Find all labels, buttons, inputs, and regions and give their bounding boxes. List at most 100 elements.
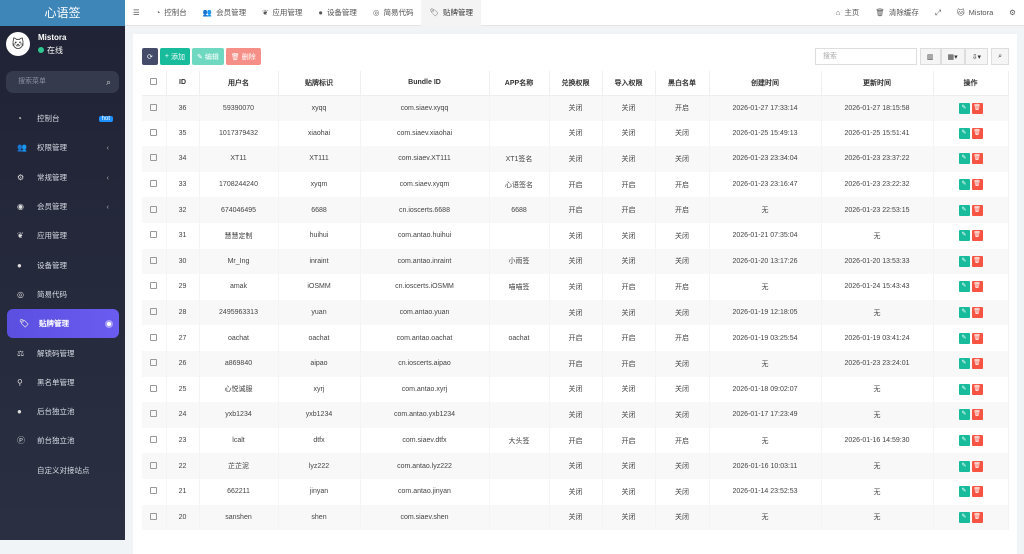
row-checkbox[interactable] (142, 248, 167, 275)
row-checkbox[interactable] (142, 299, 167, 326)
row-checkbox[interactable] (142, 197, 167, 223)
add-button[interactable]: + 添加 (159, 48, 190, 65)
sidebar-item[interactable]: 自定义对接站点 (0, 456, 125, 485)
row-delete-button[interactable]: 🗑 (971, 332, 983, 344)
column-header[interactable]: 导入权限 (602, 71, 656, 96)
row-checkbox[interactable] (142, 325, 167, 351)
row-checkbox[interactable] (142, 95, 167, 121)
column-header[interactable]: 贴牌标识 (278, 71, 361, 96)
row-edit-button[interactable]: ✎ (958, 230, 970, 242)
row-checkbox[interactable] (142, 376, 167, 403)
menu-search-input[interactable]: 搜索菜单 ⌕ (6, 71, 119, 93)
row-delete-button[interactable]: 🗑 (971, 486, 983, 498)
clear-cache-button[interactable]: 🗑 清除缓存 (867, 0, 927, 26)
toggle-view-button[interactable]: ▥ (919, 48, 941, 65)
row-delete-button[interactable]: 🗑 (971, 358, 983, 370)
column-header[interactable]: ID (166, 71, 200, 96)
row-delete-button[interactable]: 🗑 (971, 127, 983, 139)
column-header[interactable]: 黑白名单 (655, 71, 710, 96)
sidebar-item[interactable]: ◔ 控制台 hot (0, 104, 125, 133)
row-delete-button[interactable]: 🗑 (971, 153, 983, 165)
refresh-button[interactable]: ⟳ (142, 48, 158, 65)
row-delete-button[interactable]: 🗑 (971, 383, 983, 395)
row-checkbox[interactable] (142, 146, 167, 172)
column-header[interactable]: 用户名 (199, 71, 279, 96)
nav-tab[interactable]: ◔ 控制台 (148, 0, 195, 26)
row-checkbox[interactable] (142, 478, 167, 505)
row-edit-button[interactable]: ✎ (958, 281, 970, 293)
row-checkbox[interactable] (142, 274, 167, 300)
select-all-checkbox[interactable] (142, 71, 167, 96)
row-edit-button[interactable]: ✎ (958, 409, 970, 421)
advanced-search-button[interactable]: ⌕ (991, 48, 1009, 65)
row-delete-button[interactable]: 🗑 (971, 179, 983, 191)
delete-button[interactable]: 🗑 删除 (225, 48, 261, 65)
nav-tab[interactable]: ◎ 简易代码 (365, 0, 422, 26)
row-edit-button[interactable]: ✎ (958, 460, 970, 472)
row-edit-button[interactable]: ✎ (958, 127, 970, 139)
sidebar-item[interactable]: Ⓟ 前台独立池 (0, 426, 125, 455)
nav-tab[interactable]: ● 设备管理 (310, 0, 365, 26)
sidebar-item[interactable]: ● 后台独立池 (0, 397, 125, 426)
sidebar-item[interactable]: 🏷 贴牌管理 (7, 309, 119, 339)
row-edit-button[interactable]: ✎ (958, 332, 970, 344)
row-checkbox[interactable] (142, 350, 167, 377)
row-edit-button[interactable]: ✎ (958, 435, 970, 447)
row-checkbox[interactable] (142, 453, 167, 479)
nav-tab[interactable]: 🏷 贴牌管理 (421, 0, 482, 26)
row-checkbox[interactable] (142, 504, 167, 531)
column-header[interactable]: Bundle ID (360, 71, 490, 96)
sidebar-item[interactable]: ⚙ 常规管理 ‹ (0, 163, 125, 192)
sidebar-item[interactable]: ◉ 会员管理 ‹ (0, 192, 125, 221)
row-delete-button[interactable]: 🗑 (971, 435, 983, 447)
table-search-input[interactable]: 搜索 (814, 48, 917, 65)
menu-toggle-button[interactable]: ☰ (125, 0, 148, 26)
row-checkbox[interactable] (142, 120, 167, 147)
sidebar-item[interactable]: ◎ 简易代码 (0, 280, 125, 309)
row-delete-button[interactable]: 🗑 (971, 281, 983, 293)
row-checkbox[interactable] (142, 171, 167, 198)
settings-button[interactable]: ⚙ (1001, 0, 1024, 26)
column-header[interactable]: 兑换权限 (549, 71, 603, 96)
row-checkbox[interactable] (142, 402, 167, 428)
column-header[interactable]: 操作 (933, 71, 1009, 96)
column-header[interactable]: 更新时间 (821, 71, 934, 96)
home-link[interactable]: ⌂ 主页 (828, 0, 868, 26)
row-delete-button[interactable]: 🗑 (971, 409, 983, 421)
row-delete-button[interactable]: 🗑 (971, 460, 983, 472)
row-delete-button[interactable]: 🗑 (971, 307, 983, 319)
row-delete-button[interactable]: 🗑 (971, 102, 983, 114)
user-menu[interactable]: 🐱 Mistora (949, 0, 1001, 26)
column-header[interactable]: 创建时间 (709, 71, 822, 96)
row-delete-button[interactable]: 🗑 (971, 255, 983, 267)
row-checkbox[interactable] (142, 427, 167, 454)
column-header[interactable]: APP名称 (489, 71, 550, 96)
table-row: 33 1708244240 xyqm com.siaev.xyqm 心语签名 开启 开启 开启… (142, 171, 1009, 198)
sidebar-item[interactable]: ⚖ 解锁码管理 (0, 338, 125, 367)
nav-tab[interactable]: ❦ 应用管理 (254, 0, 310, 26)
row-edit-button[interactable]: ✎ (958, 102, 970, 114)
column-select-button[interactable]: ▦▾ (940, 48, 965, 65)
sidebar-item[interactable]: 👥 权限管理 ‹ (0, 133, 125, 162)
row-delete-button[interactable]: 🗑 (971, 230, 983, 242)
nav-tab[interactable]: 👥 会员管理 (195, 0, 254, 26)
row-edit-button[interactable]: ✎ (958, 204, 970, 216)
sidebar-item-label: 会员管理 (37, 202, 67, 212)
row-delete-button[interactable]: 🗑 (971, 511, 983, 523)
sidebar-item[interactable]: ● 设备管理 (0, 250, 125, 279)
sidebar-item[interactable]: ⚲ 黑名单管理 (0, 368, 125, 397)
sidebar-item[interactable]: ❦ 应用管理 (0, 221, 125, 250)
edit-button[interactable]: ✎ 编辑 (191, 48, 224, 65)
export-button[interactable]: ⇩▾ (964, 48, 989, 65)
row-checkbox[interactable] (142, 222, 167, 249)
row-edit-button[interactable]: ✎ (958, 511, 970, 523)
fullscreen-button[interactable]: ⤢ (927, 0, 949, 26)
row-edit-button[interactable]: ✎ (958, 383, 970, 395)
row-edit-button[interactable]: ✎ (958, 307, 970, 319)
row-edit-button[interactable]: ✎ (958, 153, 970, 165)
row-edit-button[interactable]: ✎ (958, 255, 970, 267)
row-edit-button[interactable]: ✎ (958, 486, 970, 498)
row-delete-button[interactable]: 🗑 (971, 204, 983, 216)
row-edit-button[interactable]: ✎ (958, 179, 970, 191)
row-edit-button[interactable]: ✎ (958, 358, 970, 370)
